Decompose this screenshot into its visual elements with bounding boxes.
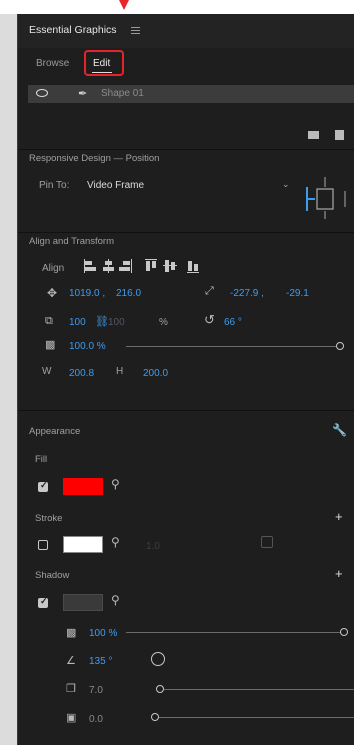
- opacity-icon: ▩: [45, 339, 56, 351]
- divider: [18, 410, 354, 411]
- shadow-size-icon: ▣: [66, 712, 77, 724]
- stroke-style-icon[interactable]: [261, 536, 273, 548]
- edit-tab-highlight: [84, 50, 124, 76]
- chevron-down-icon[interactable]: ⌄: [282, 179, 290, 190]
- opacity-value[interactable]: 100.0 %: [69, 341, 106, 352]
- height-value[interactable]: 200.0: [143, 368, 168, 379]
- height-label: H: [116, 366, 124, 377]
- scale-unit: %: [159, 317, 168, 328]
- angle-dial[interactable]: [151, 652, 165, 666]
- pin-to-dropdown[interactable]: Video Frame: [87, 180, 144, 191]
- responsive-section-title: Responsive Design — Position: [29, 153, 160, 164]
- eye-icon[interactable]: [36, 89, 48, 97]
- distance-slider-handle[interactable]: [156, 685, 164, 693]
- position-icon: ✥: [47, 286, 58, 300]
- scale-width[interactable]: 100: [69, 317, 86, 328]
- divider: [18, 232, 354, 233]
- wrench-icon[interactable]: 🔧: [332, 423, 347, 437]
- scale-height[interactable]: 100: [108, 317, 125, 328]
- width-value[interactable]: 200.8: [69, 368, 94, 379]
- appearance-section-title: Appearance: [29, 426, 81, 437]
- eyedropper-icon[interactable]: ⚲: [111, 535, 120, 549]
- align-label: Align: [42, 263, 65, 274]
- pin-position-widget[interactable]: [301, 171, 354, 219]
- rotation-value[interactable]: 66 °: [224, 317, 242, 328]
- opacity-slider-handle[interactable]: [336, 342, 344, 350]
- shadow-angle[interactable]: 135 °: [89, 656, 112, 667]
- divider: [18, 149, 354, 150]
- align-section-title: Align and Transform: [29, 236, 115, 247]
- scale-icon: ⧉: [45, 315, 53, 327]
- stroke-color-swatch[interactable]: [63, 536, 103, 553]
- link-icon[interactable]: ⛓: [95, 315, 109, 328]
- width-label: W: [42, 366, 52, 377]
- shadow-color-swatch[interactable]: [63, 594, 103, 611]
- shadow-distance-icon: ❐: [66, 683, 76, 695]
- panel-menu-icon[interactable]: [131, 27, 140, 34]
- shadow-checkbox[interactable]: [38, 596, 48, 608]
- callout-arrow: [119, 0, 129, 10]
- add-shadow-icon[interactable]: +: [335, 566, 343, 581]
- stroke-label: Stroke: [35, 513, 63, 524]
- fill-checkbox[interactable]: [38, 480, 48, 492]
- stroke-checkbox[interactable]: [38, 540, 48, 550]
- position-y[interactable]: 216.0: [116, 288, 141, 299]
- shadow-opacity-icon: ▩: [66, 627, 77, 639]
- anchor-point-icon: ⤢: [205, 285, 214, 297]
- shadow-distance[interactable]: 7.0: [89, 685, 103, 696]
- layer-name: Shape 01: [101, 88, 144, 99]
- pen-icon: ✒: [78, 88, 88, 100]
- new-layer-icon[interactable]: [308, 131, 319, 139]
- fill-color-swatch[interactable]: [63, 478, 103, 495]
- anchor-x[interactable]: -227.9 ,: [230, 288, 264, 299]
- opacity-slider[interactable]: [126, 346, 340, 347]
- align-buttons[interactable]: [83, 259, 228, 275]
- rotation-icon: ↺: [204, 312, 215, 327]
- tab-browse[interactable]: Browse: [36, 58, 69, 69]
- position-x[interactable]: 1019.0 ,: [69, 288, 105, 299]
- angle-icon: ∠: [66, 655, 76, 667]
- add-stroke-icon[interactable]: +: [335, 509, 343, 524]
- layer-row[interactable]: ✒ Shape 01: [28, 85, 354, 103]
- shadow-label: Shadow: [35, 570, 70, 581]
- eyedropper-icon[interactable]: ⚲: [111, 593, 120, 607]
- pin-to-label: Pin To:: [39, 180, 70, 191]
- size-slider-handle[interactable]: [151, 713, 159, 721]
- eyedropper-icon[interactable]: ⚲: [111, 477, 120, 491]
- distance-slider[interactable]: [164, 689, 354, 690]
- essential-graphics-panel: Essential Graphics Browse Edit ✒ Shape 0…: [17, 14, 354, 745]
- anchor-y[interactable]: -29.1: [286, 288, 309, 299]
- shadow-opacity-handle[interactable]: [340, 628, 348, 636]
- panel-title: Essential Graphics: [29, 24, 117, 36]
- new-shape-icon[interactable]: [335, 130, 344, 140]
- fill-label: Fill: [35, 454, 48, 465]
- shadow-size[interactable]: 0.0: [89, 714, 103, 725]
- shadow-opacity-slider[interactable]: [126, 632, 343, 633]
- shadow-opacity[interactable]: 100 %: [89, 628, 117, 639]
- stroke-width[interactable]: 1.0: [146, 541, 160, 552]
- size-slider[interactable]: [159, 717, 354, 718]
